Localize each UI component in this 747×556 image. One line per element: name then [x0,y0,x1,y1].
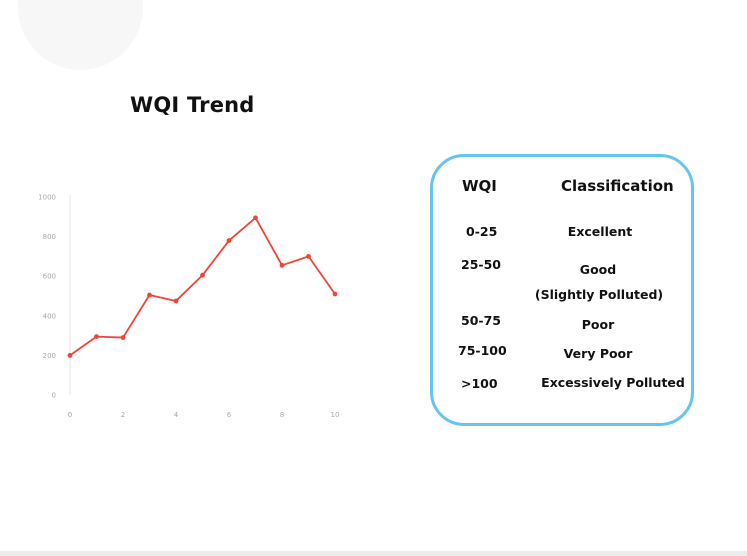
row-0-classification: Excellent [567,224,633,239]
data-point [173,298,179,304]
data-point [226,238,232,243]
series-line [69,216,336,357]
x-tick-label: 8 [280,411,284,419]
row-3-wqi: 75-100 [458,343,507,358]
data-point [306,254,311,259]
background-circle [18,0,143,70]
y-tick-label: 800 [43,233,56,241]
data-point [67,353,73,358]
series-group [67,215,338,358]
row-4-wqi: >100 [461,376,498,391]
y-tick-label: 0 [52,392,56,400]
data-point [200,272,205,278]
bottom-strip [0,551,747,556]
x-tick-label: 0 [68,411,72,419]
row-1-classification: Good [579,262,617,277]
y-tick-labels: 0 200 400 600 800 1000 [38,194,56,400]
y-tick-label: 200 [43,352,56,360]
y-tick-label: 1000 [38,194,56,202]
row-4-classification: Excessively Polluted [541,375,685,390]
row-0-wqi: 0-25 [466,224,498,239]
data-point [94,334,99,339]
x-tick-label: 10 [331,411,340,419]
y-tick-label: 600 [43,273,56,281]
row-3-classification: Very Poor [563,346,633,361]
y-tick-label: 400 [43,312,56,320]
header-classification: Classification [561,177,674,195]
data-point [332,291,338,297]
line-chart: 0 200 400 600 800 1000 0 2 4 6 8 10 [38,194,340,420]
x-tick-label: 4 [174,411,179,419]
row-2-classification: Poor [581,317,615,332]
row-2-wqi: 50-75 [461,313,501,328]
data-point [120,335,126,340]
header-wqi: WQI [462,177,497,195]
row-1-classification-subtitle: (Slightly Polluted) [534,287,664,302]
x-tick-label: 2 [121,411,125,419]
x-tick-labels: 0 2 4 6 8 10 [68,411,340,419]
wqi-classification-table: WQI Classification 0-25 Excellent 25-50 … [430,154,694,426]
data-point [147,292,152,298]
data-point [253,215,258,221]
row-1-wqi: 25-50 [461,257,501,272]
chart-title: WQI Trend [130,93,255,117]
data-point [279,262,285,268]
x-tick-label: 6 [227,411,232,419]
